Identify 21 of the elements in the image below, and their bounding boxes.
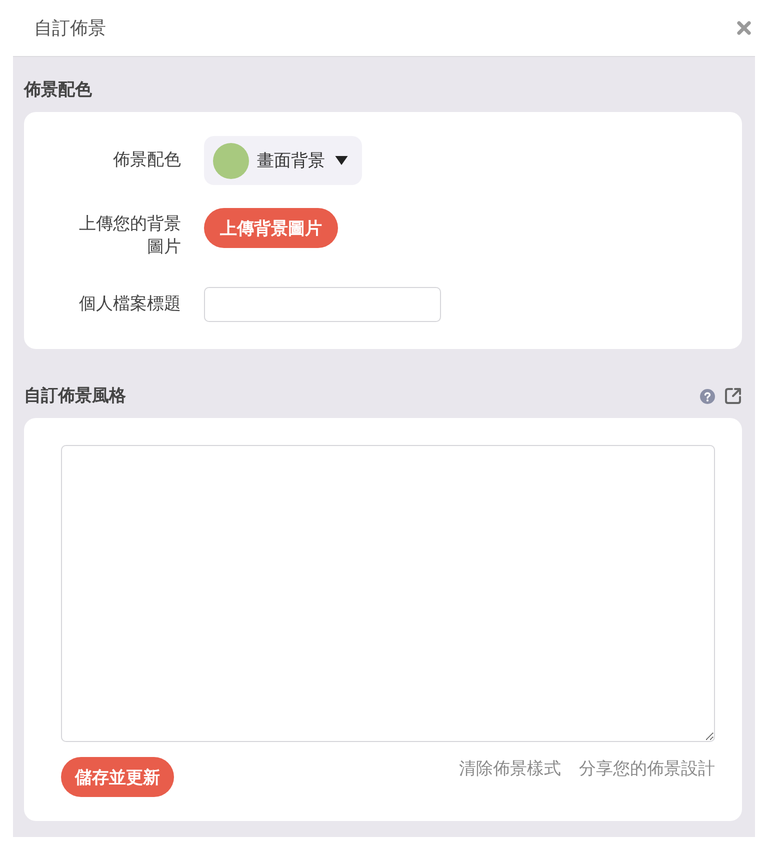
color-dropdown[interactable]: 畫面背景 bbox=[204, 136, 362, 185]
external-link-icon bbox=[724, 387, 742, 405]
dialog-title: 自訂佈景 bbox=[34, 17, 106, 40]
text-link[interactable]: 分享您的佈景設計 bbox=[579, 758, 715, 780]
help-icon bbox=[700, 388, 715, 404]
open-external-button[interactable] bbox=[724, 387, 742, 405]
style-textarea-field[interactable] bbox=[61, 445, 715, 742]
field-label: 個人檔案標題 bbox=[78, 293, 181, 316]
save-button[interactable]: 儲存並更新 bbox=[61, 757, 174, 797]
upload-button[interactable]: 上傳背景圖片 bbox=[204, 208, 338, 248]
close-icon bbox=[736, 20, 752, 36]
dropdown-value: 畫面背景 bbox=[257, 150, 325, 172]
field-label: 上傳您的背景圖片 bbox=[78, 213, 181, 259]
text-link[interactable]: 清除佈景樣式 bbox=[459, 758, 561, 780]
help-button[interactable] bbox=[700, 388, 715, 404]
caret-icon bbox=[335, 156, 348, 165]
text-input-field[interactable] bbox=[204, 287, 441, 322]
section-heading: 佈景配色 bbox=[24, 79, 92, 101]
close-button[interactable] bbox=[736, 20, 752, 36]
section-heading: 自訂佈景風格 bbox=[24, 385, 126, 407]
field-label: 佈景配色 bbox=[112, 149, 181, 172]
